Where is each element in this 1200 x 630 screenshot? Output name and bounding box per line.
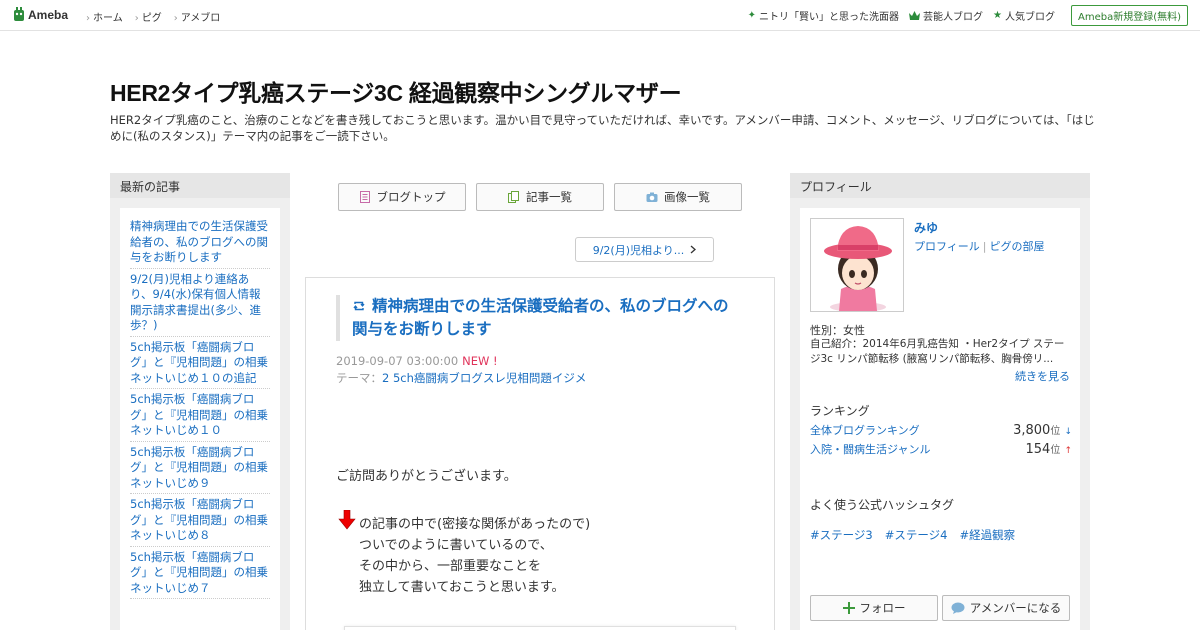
ranking-value: 154位 ↑ [1025, 441, 1072, 457]
copy-icon [508, 191, 519, 203]
chevron-right-icon [690, 245, 697, 254]
image-list-button[interactable]: 画像一覧 [614, 183, 742, 211]
nav-ameblo[interactable]: アメブロ [174, 9, 221, 24]
follow-label: フォロー [859, 601, 906, 615]
pigg-room-link[interactable]: ピグの部屋 [990, 240, 1045, 253]
ranking-title: ランキング [810, 404, 870, 418]
ranking-row-overall: 全体ブログランキング 3,800位 ↓ [810, 422, 1072, 438]
profile-heading: プロフィール [790, 173, 1090, 198]
recent-article-link[interactable]: 5ch掲示板「癌闘病ブログ」と『児相問題」の相乗ネットいじめ７ [130, 549, 270, 599]
theme-prefix: テーマ： [336, 371, 382, 385]
header-link-popular[interactable]: ★ 人気ブログ [993, 8, 1055, 23]
profile-gender: 性別：女性 [810, 324, 865, 337]
blog-title[interactable]: HER2タイプ乳癌ステージ3C 経過観察中シングルマザー [110, 74, 682, 108]
plus-icon [842, 602, 855, 614]
profile-name[interactable]: みゆ [914, 219, 938, 236]
ameba-logo-text: Ameba [28, 7, 69, 22]
blog-top-label: ブログトップ [376, 190, 446, 204]
star-icon: ★ [993, 10, 1002, 21]
hashtag-link[interactable]: #経過観察 [959, 527, 1015, 543]
hashtag-title: よく使う公式ハッシュタグ [810, 498, 955, 512]
next-article-button[interactable]: 9/2(月)児相より... [575, 237, 714, 262]
article-body-line: 独立して書いておこうと思います。 [359, 580, 565, 595]
amember-button[interactable]: アメンバーになる [942, 595, 1070, 621]
profile-card: みゆ プロフィール | ピグの部屋 性別：女性 自己紹介：2014年6月乳癌告知 ・… [800, 208, 1080, 630]
ranking-label[interactable]: 入院・闘病生活ジャンル [810, 441, 930, 457]
reblog-icon [353, 301, 365, 311]
ranking-unit: 位 [1050, 445, 1061, 456]
ameba-logo[interactable]: Ameba [13, 7, 68, 22]
camera-icon [646, 192, 658, 202]
new-badge: NEW ! [462, 354, 498, 368]
avatar[interactable] [810, 218, 904, 312]
ranking-value: 3,800位 ↓ [1013, 422, 1072, 438]
ranking-label[interactable]: 全体ブログランキング [810, 422, 920, 438]
header-link-celebrity[interactable]: 芸能人ブログ [909, 8, 983, 23]
article-date: 2019-09-07 03:00:00 NEW ! [336, 354, 498, 368]
global-header: Ameba ホーム ピグ アメブロ ✦ ニトリ「賢い」と思った洗面器 芸能人ブロ… [0, 0, 1200, 31]
global-nav: ホーム ピグ アメブロ [86, 9, 220, 24]
link-separator: | [982, 240, 987, 253]
profile-link[interactable]: プロフィール [914, 240, 980, 253]
recent-articles-heading: 最新の記事 [110, 173, 290, 198]
red-down-arrow-icon [338, 510, 356, 530]
profile-panel: みゆ プロフィール | ピグの部屋 性別：女性 自己紹介：2014年6月乳癌告知 ・… [790, 198, 1090, 630]
article-date-text: 2019-09-07 03:00:00 [336, 354, 459, 368]
article-body-line: ついでのように書いているので、 [359, 538, 553, 553]
crown-icon [909, 11, 921, 20]
follow-button[interactable]: フォロー [810, 595, 938, 621]
profile-links: プロフィール | ピグの部屋 [914, 238, 1045, 254]
header-link-label: 芸能人ブログ [923, 12, 984, 23]
trend-down-icon: ↓ [1064, 427, 1072, 437]
article-title[interactable]: 精神病理由での生活保護受給者の、私のブログへの関与をお断りします [336, 295, 736, 341]
chat-bubble-icon [951, 602, 965, 614]
recent-article-link[interactable]: 5ch掲示板「癌闘病ブログ」と『児相問題」の相乗ネットいじめ９ [130, 444, 270, 494]
next-article-label: 9/2(月)児相より... [592, 243, 685, 257]
nav-pigg[interactable]: ピグ [135, 9, 162, 24]
article-title-text: 精神病理由での生活保護受給者の、私のブログへの関与をお断りします [352, 297, 729, 338]
hashtag-link[interactable]: #ステージ4 [885, 527, 948, 543]
article-theme: テーマ：2 5ch癌闘病ブログスレ児相問題イジメ [336, 370, 586, 386]
article-list-label: 記事一覧 [526, 190, 572, 204]
article-body-line: その中から、一部重要なことを [359, 559, 542, 574]
hashtag-link[interactable]: #ステージ3 [810, 527, 873, 543]
article: 精神病理由での生活保護受給者の、私のブログへの関与をお断りします 2019-09… [305, 277, 775, 630]
recent-article-link[interactable]: 精神病理由での生活保護受給者の、私のブログへの関与をお断りします [130, 218, 270, 269]
recent-article-link[interactable]: 9/2(月)児相より連絡あり、9/4(水)保有個人情報開示請求書提出(多少、進歩… [130, 271, 270, 337]
article-list-button[interactable]: 記事一覧 [476, 183, 604, 211]
ranking-number: 3,800 [1013, 423, 1051, 438]
read-more-link[interactable]: 続きを見る [1015, 368, 1070, 384]
blog-description: HER2タイプ乳癌のこと、治療のことなどを書き残しておこうと思います。温かい目で… [110, 113, 1095, 143]
amember-label: アメンバーになる [969, 601, 1062, 615]
recent-article-link[interactable]: 5ch掲示板「癌闘病ブログ」と『児相問題」の相乗ネットいじめ８ [130, 496, 270, 547]
header-link-label: 人気ブログ [1004, 12, 1055, 23]
header-links: ✦ ニトリ「賢い」と思った洗面器 芸能人ブログ ★ 人気ブログ Ameba新規登… [748, 5, 1188, 26]
hashtag-list: #ステージ3 #ステージ4 #経過観察 [810, 527, 1015, 543]
recent-article-link[interactable]: 5ch掲示板「癌闘病ブログ」と『児相問題」の相乗ネットいじめ１０の追記 [130, 339, 270, 389]
ranking-unit: 位 [1050, 426, 1061, 437]
blog-top-button[interactable]: ブログトップ [338, 183, 466, 211]
document-icon [359, 191, 370, 203]
ameba-logo-icon [14, 7, 24, 21]
article-body-line: の記事の中で(密接な関係があったので) [359, 517, 591, 532]
header-link-nitori[interactable]: ✦ ニトリ「賢い」と思った洗面器 [748, 8, 899, 23]
article-body-line: ご訪問ありがとうございます。 [336, 469, 517, 484]
register-button[interactable]: Ameba新規登録(無料) [1070, 5, 1188, 26]
embedded-article-card[interactable] [344, 626, 736, 630]
theme-link[interactable]: 2 5ch癌闘病ブログスレ児相問題イジメ [382, 371, 586, 385]
avatar-illustration [824, 226, 892, 311]
recent-articles-list: 精神病理由での生活保護受給者の、私のブログへの関与をお断りします 9/2(月)児… [120, 208, 280, 630]
profile-intro: 自己紹介：2014年6月乳癌告知 ・Her2タイプ ステージ3c リンパ節転移 … [810, 338, 1065, 365]
ranking-row-genre: 入院・闘病生活ジャンル 154位 ↑ [810, 441, 1072, 457]
image-list-label: 画像一覧 [664, 190, 710, 204]
nav-home[interactable]: ホーム [86, 9, 123, 24]
trend-up-icon: ↑ [1064, 446, 1072, 456]
sparkle-icon: ✦ [747, 10, 757, 21]
ranking-number: 154 [1025, 442, 1051, 457]
header-link-label: ニトリ「賢い」と思った洗面器 [759, 12, 900, 23]
recent-articles-panel: 精神病理由での生活保護受給者の、私のブログへの関与をお断りします 9/2(月)児… [110, 198, 290, 630]
recent-article-link[interactable]: 5ch掲示板「癌闘病ブログ」と『児相問題」の相乗ネットいじめ１０ [130, 391, 270, 442]
